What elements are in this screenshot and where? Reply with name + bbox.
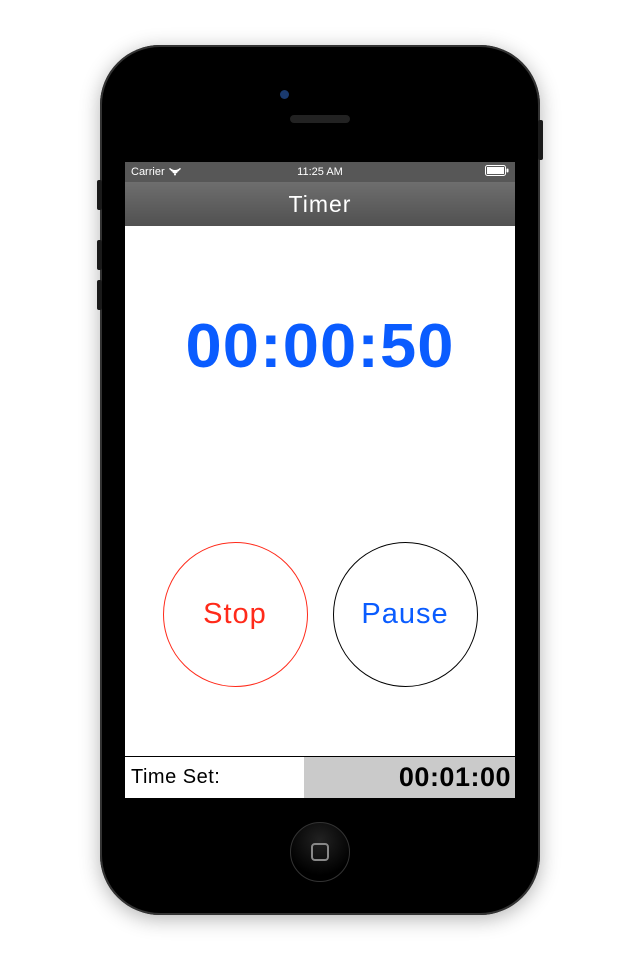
phone-bezel-top [110, 55, 530, 162]
time-set-value[interactable]: 00:01:00 [304, 757, 515, 798]
home-button[interactable] [290, 822, 350, 882]
camera-dot [280, 90, 289, 99]
nav-bar: Timer [125, 182, 515, 226]
page-title: Timer [289, 191, 352, 218]
carrier-label: Carrier [131, 166, 165, 178]
pause-button-label: Pause [361, 598, 448, 631]
wifi-icon [169, 166, 181, 179]
battery-icon [485, 165, 509, 179]
screen: Carrier 11:25 AM Timer 00:00:50 Stop [125, 162, 515, 798]
status-bar: Carrier 11:25 AM [125, 162, 515, 182]
stop-button-label: Stop [203, 598, 267, 631]
speaker-slot [290, 115, 350, 123]
footer-bar: Time Set: 00:01:00 [125, 756, 515, 798]
phone-frame: Carrier 11:25 AM Timer 00:00:50 Stop [100, 45, 540, 915]
pause-button[interactable]: Pause [333, 542, 478, 687]
volume-up-button [97, 240, 102, 270]
silence-switch [97, 180, 102, 210]
timer-display: 00:00:50 [115, 311, 525, 382]
stop-button[interactable]: Stop [163, 542, 308, 687]
power-button [538, 120, 543, 160]
status-left: Carrier [131, 166, 181, 179]
volume-down-button [97, 280, 102, 310]
status-time: 11:25 AM [297, 166, 343, 178]
content: 00:00:50 Stop Pause Time Set: 00:01:00 [125, 226, 515, 798]
phone-inner: Carrier 11:25 AM Timer 00:00:50 Stop [110, 55, 530, 905]
home-icon [311, 843, 329, 861]
time-set-label: Time Set: [125, 757, 304, 798]
buttons-row: Stop Pause [125, 542, 515, 687]
phone-bezel-bottom [110, 798, 530, 905]
